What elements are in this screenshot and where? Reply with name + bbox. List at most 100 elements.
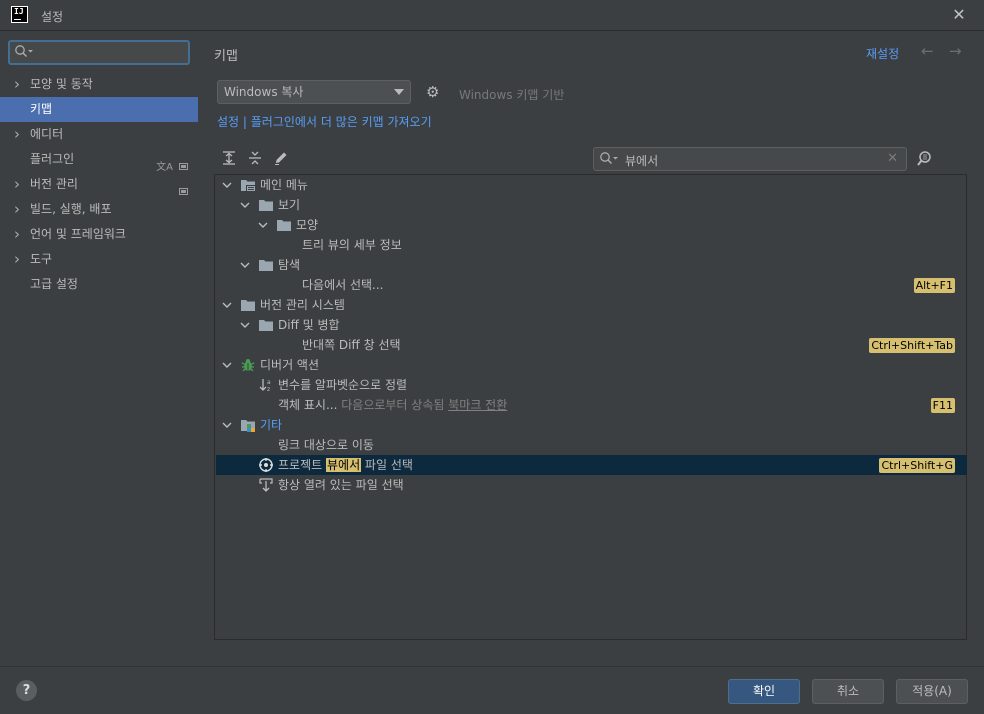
chevron-down-icon[interactable] (240, 320, 250, 330)
settings-sidebar: › 모양 및 동작 키맵 › 에디터 플러그인 文A › 버전 관리 › 빌드, 실행, 배포 › 언어… (0, 31, 198, 666)
settings-badge-icon (179, 188, 188, 195)
clear-icon[interactable]: ✕ (887, 151, 898, 166)
chevron-down-icon[interactable] (222, 360, 232, 370)
label-part: 보기 (278, 198, 301, 212)
settings-link[interactable]: 설정 (217, 115, 239, 129)
shortcut-badge: Alt+F1 (913, 278, 955, 293)
keymap-filter-input[interactable]: 뷰에서 ✕ (593, 147, 907, 171)
gear-icon[interactable]: ⚙ (426, 83, 439, 101)
sidebar-item-label: 키맵 (30, 102, 53, 116)
label-part: 파일 선택 (361, 458, 413, 472)
cancel-button[interactable]: 취소 (812, 679, 884, 704)
chevron-right-icon[interactable]: › (14, 122, 24, 147)
tree-row-label: 메인 메뉴 (260, 175, 308, 195)
tree-row[interactable]: 디버거 액션 (216, 355, 967, 375)
apply-button[interactable]: 적용(A) (896, 679, 968, 704)
tree-row[interactable]: 다음에서 선택... Alt+F1 (216, 275, 967, 295)
keymap-panel: 키맵 재설정 ← → Windows 복사 ⚙ Windows 키맵 기반 설정… (198, 31, 984, 666)
sidebar-item[interactable]: 플러그인 文A (0, 147, 198, 173)
tree-row-label: 다음에서 선택... (302, 275, 384, 295)
title-bar: IJ 설정 ✕ (0, 0, 984, 31)
tree-row[interactable]: 객체 표시... 다음으로부터 상속됨 북마크 전환 F11 (216, 395, 967, 415)
sidebar-item[interactable]: › 도구 (0, 247, 198, 272)
filter-value: 뷰에서 (625, 154, 659, 168)
tree-row-label: 기타 (260, 415, 282, 435)
tree-row[interactable]: 링크 대상으로 이동 (216, 435, 967, 455)
shortcut-badge: F11 (930, 398, 955, 413)
find-by-shortcut-icon[interactable] (916, 150, 934, 168)
chevron-down-icon[interactable] (222, 420, 232, 430)
page-title: 키맵 (214, 49, 238, 64)
tree-row[interactable]: Diff 및 병합 (216, 315, 967, 335)
tree-row[interactable]: 버전 관리 시스템 (216, 295, 967, 315)
chevron-down-icon[interactable] (222, 180, 232, 190)
keymap-dropdown[interactable]: Windows 복사 (217, 80, 411, 104)
back-arrow-icon[interactable]: ← (921, 42, 934, 60)
chevron-down-icon (394, 89, 404, 95)
inherited-action-link[interactable]: 북마크 전환 (448, 398, 507, 412)
tree-row-label: 탐색 (278, 255, 300, 275)
reset-link[interactable]: 재설정 (866, 45, 899, 62)
settings-search-input[interactable] (8, 40, 190, 65)
other-icon (241, 420, 255, 432)
forward-arrow-icon[interactable]: → (949, 42, 962, 60)
chevron-right-icon[interactable]: › (14, 197, 24, 222)
collapse-all-icon[interactable] (247, 150, 263, 166)
sidebar-item[interactable]: › 언어 및 프레임워크 (0, 222, 198, 247)
search-icon (600, 152, 618, 165)
chevron-right-icon[interactable]: › (14, 172, 24, 197)
svg-text:a: a (267, 379, 271, 386)
dialog-footer: ? 확인 취소 적용(A) (0, 666, 984, 714)
label-part: 프로젝트 (278, 458, 326, 472)
menu-folder-icon (241, 180, 255, 192)
inherited-note: 다음으로부터 상속됨 (337, 398, 449, 412)
sidebar-item[interactable]: › 모양 및 동작 (0, 72, 198, 97)
label-part: 반대쪽 Diff 창 선택 (302, 338, 401, 352)
chevron-right-icon[interactable]: › (14, 222, 24, 247)
tree-row-label: 트리 뷰의 세부 정보 (302, 235, 402, 255)
keymap-dropdown-value: Windows 복사 (224, 85, 304, 99)
intellij-logo-icon: IJ (11, 6, 28, 23)
expand-all-icon[interactable] (221, 150, 237, 166)
sidebar-item[interactable]: 고급 설정 (0, 272, 198, 297)
ok-button[interactable]: 확인 (728, 679, 800, 704)
sidebar-item[interactable]: › 에디터 (0, 122, 198, 147)
tree-row[interactable]: 보기 (216, 195, 967, 215)
tree-row[interactable]: 탐색 (216, 255, 967, 275)
chevron-down-icon[interactable] (258, 220, 268, 230)
chevron-right-icon[interactable]: › (14, 72, 24, 97)
sidebar-item[interactable]: › 빌드, 실행, 배포 (0, 197, 198, 222)
sidebar-item-label: 버전 관리 (30, 177, 78, 191)
link-separator: | (239, 115, 251, 129)
tree-row[interactable]: 항상 열려 있는 파일 선택 (216, 475, 967, 495)
tree-row[interactable]: a z 변수를 알파벳순으로 정렬 (216, 375, 967, 395)
edit-icon[interactable] (273, 150, 289, 166)
tree-row-label: 버전 관리 시스템 (260, 295, 345, 315)
tree-row-label: 반대쪽 Diff 창 선택 (302, 335, 401, 355)
tree-row-label: 디버거 액션 (260, 355, 319, 375)
sidebar-item-label: 모양 및 동작 (30, 77, 93, 91)
label-part: 메인 메뉴 (260, 178, 308, 192)
keymap-based-on-label: Windows 키맵 기반 (459, 88, 565, 102)
tree-row[interactable]: 모양 (216, 215, 967, 235)
tree-row-label: 변수를 알파벳순으로 정렬 (278, 375, 407, 395)
help-button[interactable]: ? (16, 680, 37, 701)
close-icon[interactable]: ✕ (951, 7, 967, 23)
chevron-down-icon[interactable] (240, 200, 250, 210)
chevron-down-icon[interactable] (222, 300, 232, 310)
shortcut-badge: Ctrl+Shift+Tab (869, 338, 955, 353)
sidebar-item-label: 고급 설정 (30, 277, 78, 291)
folder-icon (241, 300, 255, 311)
sidebar-item-label: 플러그인 (30, 152, 75, 166)
sidebar-item[interactable]: 키맵 (0, 97, 198, 122)
tree-row[interactable]: 프로젝트 뷰에서 파일 선택 Ctrl+Shift+G (216, 455, 967, 475)
chevron-right-icon[interactable]: › (14, 247, 24, 272)
tree-row[interactable]: 트리 뷰의 세부 정보 (216, 235, 967, 255)
tree-row[interactable]: 반대쪽 Diff 창 선택 Ctrl+Shift+Tab (216, 335, 967, 355)
get-keymaps-link[interactable]: 플러그인에서 더 많은 키맵 가져오기 (251, 115, 432, 129)
label-part: 기타 (260, 418, 283, 432)
sidebar-item[interactable]: › 버전 관리 (0, 172, 198, 197)
tree-row[interactable]: 메인 메뉴 (216, 175, 967, 195)
tree-row[interactable]: 기타 (216, 415, 967, 435)
chevron-down-icon[interactable] (240, 260, 250, 270)
